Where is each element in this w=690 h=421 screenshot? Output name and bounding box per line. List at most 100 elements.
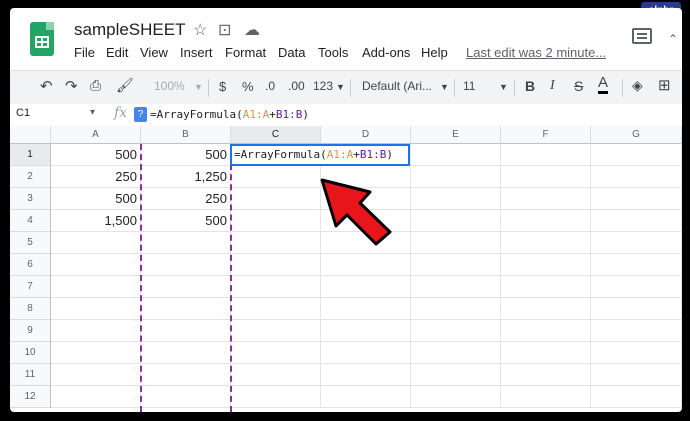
cell-f1[interactable]	[501, 144, 591, 166]
menu-data[interactable]: Data	[278, 45, 305, 60]
cell-e6[interactable]	[411, 254, 501, 276]
cell-a8[interactable]	[51, 298, 141, 320]
cell-c9[interactable]	[231, 320, 321, 342]
sheets-logo-icon[interactable]	[30, 22, 54, 56]
cell-a2[interactable]: 250	[51, 166, 141, 188]
cell-f5[interactable]	[501, 232, 591, 254]
row-header-5[interactable]: 5	[10, 232, 51, 254]
name-box[interactable]: C1	[16, 107, 30, 119]
row-header-11[interactable]: 11	[10, 364, 51, 386]
cell-g8[interactable]	[591, 298, 682, 320]
column-header-e[interactable]: E	[411, 126, 501, 144]
last-edit-link[interactable]: Last edit was 2 minute...	[466, 45, 606, 60]
row-header-3[interactable]: 3	[10, 188, 51, 210]
cell-g3[interactable]	[591, 188, 682, 210]
cell-c11[interactable]	[231, 364, 321, 386]
cell-c3[interactable]	[231, 188, 321, 210]
cell-f2[interactable]	[501, 166, 591, 188]
select-all-corner[interactable]	[10, 126, 51, 144]
cell-f12[interactable]	[501, 386, 591, 408]
more-formats-button[interactable]: 123	[313, 79, 333, 93]
paint-format-icon[interactable]: 🖌	[116, 77, 134, 94]
cell-f10[interactable]	[501, 342, 591, 364]
strikethrough-button[interactable]: S	[574, 78, 583, 94]
cell-a1[interactable]: 500	[51, 144, 141, 166]
row-header-10[interactable]: 10	[10, 342, 51, 364]
document-title[interactable]: sampleSHEET	[74, 20, 185, 40]
cell-f4[interactable]	[501, 210, 591, 232]
font-size-select[interactable]: 11	[463, 79, 475, 93]
cell-c5[interactable]	[231, 232, 321, 254]
row-header-9[interactable]: 9	[10, 320, 51, 342]
cell-g1[interactable]	[591, 144, 682, 166]
cell-e10[interactable]	[411, 342, 501, 364]
name-box-caret-icon[interactable]: ▾	[90, 107, 95, 118]
cell-a11[interactable]	[51, 364, 141, 386]
cell-b8[interactable]	[141, 298, 231, 320]
cell-a9[interactable]	[51, 320, 141, 342]
menu-addons[interactable]: Add-ons	[362, 45, 410, 60]
cell-a3[interactable]: 500	[51, 188, 141, 210]
cell-e2[interactable]	[411, 166, 501, 188]
cell-d11[interactable]	[321, 364, 411, 386]
row-header-2[interactable]: 2	[10, 166, 51, 188]
cell-f3[interactable]	[501, 188, 591, 210]
menu-tools[interactable]: Tools	[318, 45, 348, 60]
cell-g2[interactable]	[591, 166, 682, 188]
cell-d10[interactable]	[321, 342, 411, 364]
borders-icon[interactable]: ⊞	[658, 76, 671, 94]
zoom-select[interactable]: 100%	[154, 79, 185, 93]
cell-b12[interactable]	[141, 386, 231, 408]
cell-e5[interactable]	[411, 232, 501, 254]
cell-b1[interactable]: 500	[141, 144, 231, 166]
cell-e12[interactable]	[411, 386, 501, 408]
cell-g11[interactable]	[591, 364, 682, 386]
cell-g10[interactable]	[591, 342, 682, 364]
font-select[interactable]: Default (Ari...	[362, 79, 432, 93]
cell-g4[interactable]	[591, 210, 682, 232]
cell-b10[interactable]	[141, 342, 231, 364]
italic-button[interactable]: I	[550, 78, 555, 94]
menu-help[interactable]: Help	[421, 45, 448, 60]
cell-c10[interactable]	[231, 342, 321, 364]
cell-c7[interactable]	[231, 276, 321, 298]
cell-e1[interactable]	[411, 144, 501, 166]
column-header-d[interactable]: D	[321, 126, 411, 144]
row-header-1[interactable]: 1	[10, 144, 51, 166]
collapse-menu-icon[interactable]: ⌃	[668, 32, 678, 46]
menu-file[interactable]: File	[74, 45, 95, 60]
cell-e11[interactable]	[411, 364, 501, 386]
cell-b9[interactable]	[141, 320, 231, 342]
cell-b6[interactable]	[141, 254, 231, 276]
cell-b11[interactable]	[141, 364, 231, 386]
row-header-6[interactable]: 6	[10, 254, 51, 276]
cell-f9[interactable]	[501, 320, 591, 342]
cell-e4[interactable]	[411, 210, 501, 232]
decrease-decimal-button[interactable]: .0	[265, 79, 275, 93]
column-header-b[interactable]: B	[141, 126, 231, 144]
cell-g7[interactable]	[591, 276, 682, 298]
cell-d7[interactable]	[321, 276, 411, 298]
cell-e9[interactable]	[411, 320, 501, 342]
cell-b7[interactable]	[141, 276, 231, 298]
formula-help-icon[interactable]: ?	[134, 107, 147, 122]
cell-e8[interactable]	[411, 298, 501, 320]
cell-d9[interactable]	[321, 320, 411, 342]
cell-g9[interactable]	[591, 320, 682, 342]
star-icon[interactable]: ☆	[193, 20, 207, 40]
cell-b3[interactable]: 250	[141, 188, 231, 210]
cell-a4[interactable]: 1,500	[51, 210, 141, 232]
cell-g6[interactable]	[591, 254, 682, 276]
row-header-8[interactable]: 8	[10, 298, 51, 320]
cell-a6[interactable]	[51, 254, 141, 276]
cell-b4[interactable]: 500	[141, 210, 231, 232]
cell-b2[interactable]: 1,250	[141, 166, 231, 188]
print-icon[interactable]: ⎙	[90, 77, 101, 94]
cloud-status-icon[interactable]: ☁	[244, 20, 260, 40]
cell-c4[interactable]	[231, 210, 321, 232]
undo-icon[interactable]: ↶	[40, 77, 53, 95]
cell-f8[interactable]	[501, 298, 591, 320]
column-header-c[interactable]: C	[231, 126, 321, 144]
currency-button[interactable]: $	[219, 79, 226, 94]
cell-b5[interactable]	[141, 232, 231, 254]
